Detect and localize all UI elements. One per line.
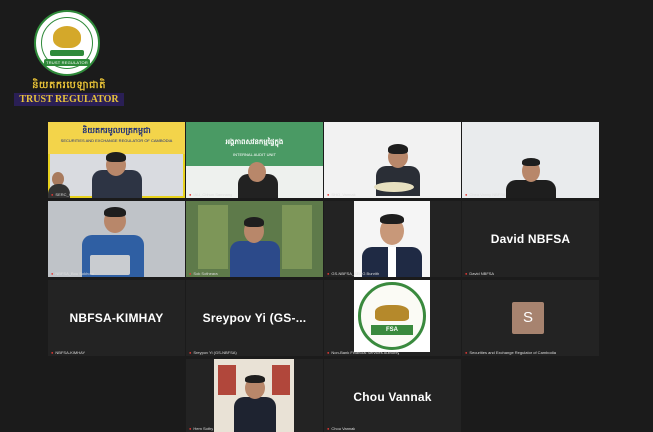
muted-mic-icon: ● bbox=[189, 350, 192, 355]
video-tile-chou-vannak[interactable]: Chou Vannak ● Chou Vannak bbox=[324, 359, 461, 432]
muted-mic-icon: ● bbox=[465, 350, 468, 355]
video-tile-vannak[interactable]: ● SHO_Vannak bbox=[324, 122, 461, 198]
muted-mic-icon: ● bbox=[189, 271, 192, 276]
participant-name: ● Sok Sotheara bbox=[189, 271, 218, 276]
video-tile-vanny[interactable]: ● Chea Vanny NBFSA bbox=[462, 122, 599, 198]
trust-regulator-logo: TRUST REGULATOR និយតករបេឡាជាតិ TRUST REG… bbox=[14, 8, 124, 110]
participant-name: ● David NBFSA bbox=[465, 271, 495, 276]
muted-mic-icon: ● bbox=[327, 350, 330, 355]
participant-name: ● IAU_Chhun Samnang bbox=[189, 192, 233, 197]
tile-banner-english: INTERNAL AUDIT UNIT bbox=[233, 152, 276, 157]
logo-khmer-text: និយតករបេឡាជាតិ bbox=[32, 80, 106, 91]
tile-banner-english: SECURITIES AND EXCHANGE REGULATOR OF CAM… bbox=[60, 138, 173, 143]
muted-mic-icon: ● bbox=[51, 350, 54, 355]
flowers-icon bbox=[374, 182, 414, 192]
participant-name: ● NBFSA_Bou Sokhom bbox=[51, 271, 94, 276]
participant-name: ● NBFSA-KIMHAY bbox=[51, 350, 86, 355]
participant-name: ● Chea Vanny NBFSA bbox=[465, 192, 506, 197]
video-tile-david[interactable]: David NBFSA ● David NBFSA bbox=[462, 201, 599, 277]
muted-mic-icon: ● bbox=[327, 426, 330, 431]
video-tile-sothy[interactable]: ● Hem Sothy bbox=[186, 359, 323, 432]
ox-icon bbox=[375, 305, 409, 321]
logo-ribbon: TRUST REGULATOR bbox=[44, 59, 90, 66]
muted-mic-icon: ● bbox=[465, 271, 468, 276]
participant-name: ● Hem Sothy bbox=[189, 426, 214, 431]
muted-mic-icon: ● bbox=[465, 192, 468, 197]
muted-mic-icon: ● bbox=[189, 426, 192, 431]
participant-name: ● Securities and Exchange Regulator of Ca… bbox=[465, 350, 556, 355]
muted-mic-icon: ● bbox=[327, 192, 330, 197]
video-tile-sokhom[interactable]: ● NBFSA_Bou Sokhom bbox=[48, 201, 185, 277]
participant-display-name: David NBFSA bbox=[490, 232, 571, 246]
video-tile-bunrith[interactable]: ● GS-NBFSA_SENG Bunrith bbox=[324, 201, 461, 277]
video-tile-nbfsa-seal[interactable]: FSA ● Non-Bank Financial Services Authori… bbox=[324, 280, 461, 356]
participant-name: ● GS-NBFSA_SENG Bunrith bbox=[327, 271, 380, 276]
participant-display-name: NBFSA-KIMHAY bbox=[69, 311, 164, 325]
participant-display-name: Chou Vannak bbox=[353, 390, 432, 404]
muted-mic-icon: ● bbox=[327, 271, 330, 276]
bird-icon bbox=[53, 26, 81, 48]
participant-name: ● Non-Bank Financial Services Authority bbox=[327, 350, 400, 355]
muted-mic-icon: ● bbox=[189, 192, 192, 197]
video-tile-sreypov[interactable]: Sreypov Yi (GS-... ● Sreypov Yi (GS-NBFSA… bbox=[186, 280, 323, 356]
video-tile-sotheara[interactable]: ● Sok Sotheara bbox=[186, 201, 323, 277]
participant-name: ● SHO_Vannak bbox=[327, 192, 356, 197]
video-tile-iau[interactable]: អង្គភាពសវនកម្មផ្ទៃក្នុង INTERNAL AUDIT U… bbox=[186, 122, 323, 198]
video-tile-serc-s[interactable]: S ● Securities and Exchange Regulator of … bbox=[462, 280, 599, 356]
nbfsa-seal: FSA bbox=[358, 282, 426, 350]
participant-name: ● Sreypov Yi (GS-NBFSA) bbox=[189, 350, 237, 355]
logo-emblem: TRUST REGULATOR bbox=[34, 10, 100, 76]
participant-display-name: Sreypov Yi (GS-... bbox=[202, 311, 307, 325]
participant-name: ● SERC_Ho Lisa bbox=[51, 192, 83, 197]
video-tile-serc[interactable]: និយតករមូលបត្រកម្ពុជា SECURITIES AND EXCH… bbox=[48, 122, 185, 198]
muted-mic-icon: ● bbox=[51, 271, 54, 276]
logo-english-text: TRUST REGULATOR bbox=[14, 93, 124, 106]
participant-avatar: S bbox=[512, 302, 544, 334]
participant-name: ● Chou Vannak bbox=[327, 426, 356, 431]
tile-banner-khmer: អង្គភាពសវនកម្មផ្ទៃក្នុង bbox=[225, 139, 284, 146]
muted-mic-icon: ● bbox=[51, 192, 54, 197]
tile-banner-khmer: និយតករមូលបត្រកម្ពុជា bbox=[82, 126, 151, 135]
video-tile-kimhay[interactable]: NBFSA-KIMHAY ● NBFSA-KIMHAY bbox=[48, 280, 185, 356]
laptop-icon bbox=[90, 255, 130, 275]
